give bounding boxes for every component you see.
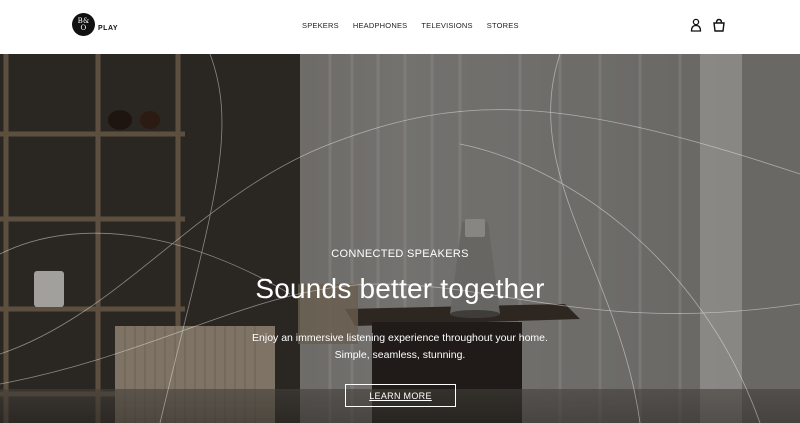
hero-headline: Sounds better together xyxy=(255,273,545,304)
header-actions xyxy=(690,18,726,32)
hero-content: CONNECTED SPEAKERS Sounds better togethe… xyxy=(0,54,800,423)
shopping-bag-icon[interactable] xyxy=(712,18,726,32)
nav-item-headphones[interactable]: HEADPHONES xyxy=(353,21,408,30)
user-icon[interactable] xyxy=(690,18,702,32)
brand-logo[interactable]: B& O PLAY xyxy=(72,13,118,36)
learn-more-button[interactable]: LEARN MORE xyxy=(345,384,456,407)
logo-mark: B& O xyxy=(72,13,95,36)
hero-eyebrow: CONNECTED SPEAKERS xyxy=(331,248,469,260)
logo-mark-bottom: O xyxy=(80,23,87,32)
hero-body-line2: Simple, seamless, stunning. xyxy=(334,349,466,361)
nav-item-speakers[interactable]: SPEKERS xyxy=(302,21,339,30)
hero-banner: CONNECTED SPEAKERS Sounds better togethe… xyxy=(0,54,800,423)
main-nav: SPEKERS HEADPHONES TELEVISIONS STORES xyxy=(302,21,533,30)
hero-body-line1: Enjoy an immersive listening experience … xyxy=(252,332,548,344)
nav-item-televisions[interactable]: TELEVISIONS xyxy=(421,21,472,30)
site-header: B& O PLAY SPEKERS HEADPHONES TELEVISIONS… xyxy=(0,0,800,54)
nav-item-stores[interactable]: STORES xyxy=(487,21,519,30)
logo-suffix: PLAY xyxy=(98,25,119,32)
